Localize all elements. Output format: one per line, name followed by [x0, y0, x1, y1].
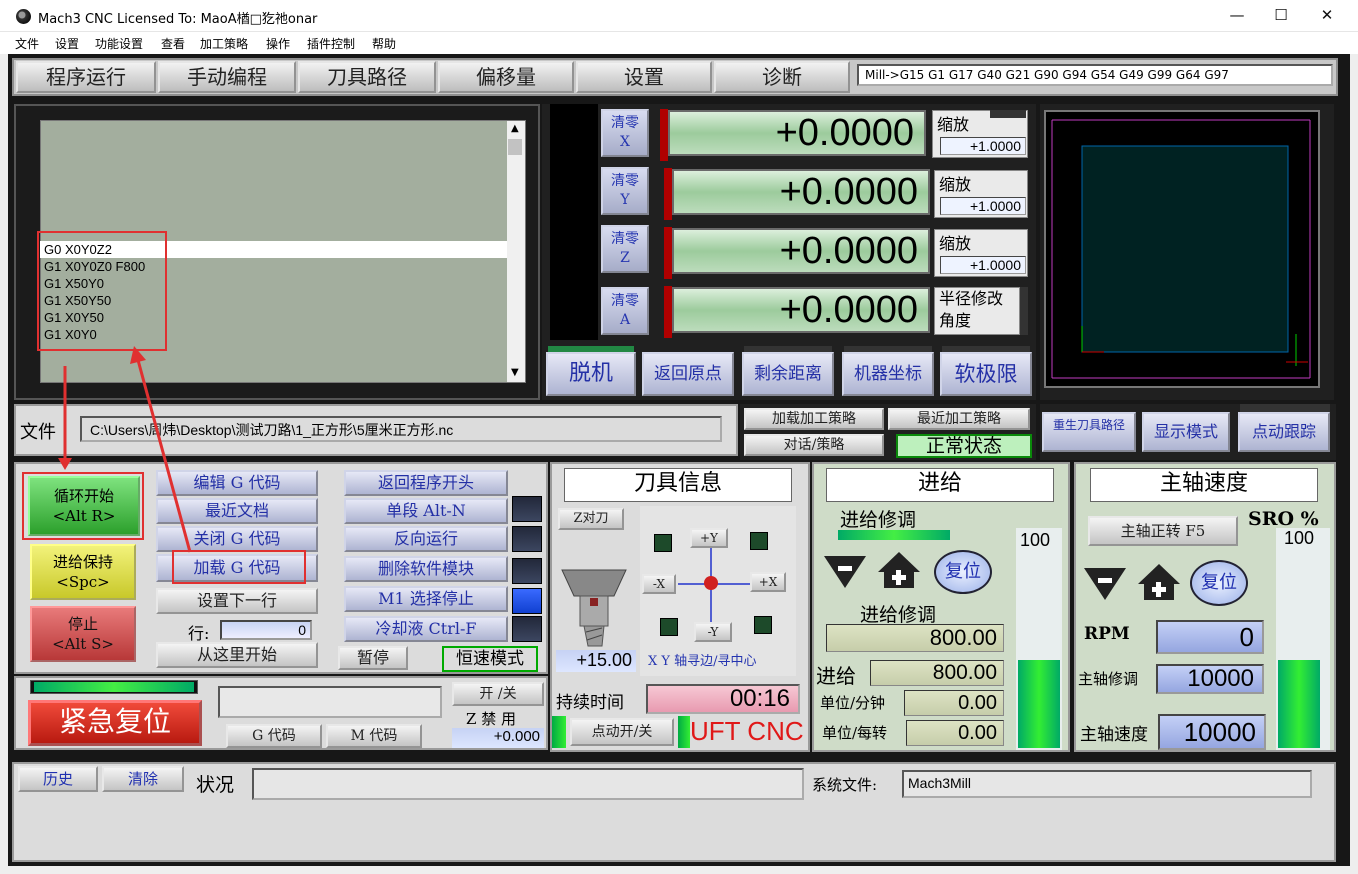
units-per-rev-label: 单位/每转 — [822, 724, 888, 742]
feed-override-fill — [1018, 660, 1060, 748]
fro-label: 进给修调 — [860, 604, 937, 626]
brand-text: UFT CNC — [690, 716, 804, 746]
arrow-up-line — [136, 359, 192, 553]
rpm-label: RPM — [1084, 624, 1130, 644]
spindle-override-label: 主轴修调 — [1078, 670, 1139, 688]
feed-rate-value[interactable]: 800.00 — [870, 660, 1004, 686]
clear-button[interactable]: 清除 — [102, 766, 184, 792]
feed-title: 进给 — [826, 468, 1054, 502]
spindle-reset-button[interactable]: 复位 — [1190, 560, 1248, 606]
emergency-reset-button[interactable]: 紧急复位 — [28, 700, 202, 746]
spindle-increase-icon[interactable] — [1136, 562, 1182, 602]
brand-led — [678, 716, 690, 748]
history-button[interactable]: 历史 — [18, 766, 98, 792]
jog-minus-x-button[interactable]: -X — [642, 574, 676, 594]
reset-message-field — [218, 686, 442, 718]
edge-finder-label[interactable]: X Y 轴寻边/寻中心 — [648, 650, 756, 669]
feed-increase-icon[interactable] — [876, 550, 922, 590]
sro-percent: 100 — [1284, 528, 1315, 548]
jog-corner-led — [654, 534, 672, 552]
spindle-cw-button[interactable]: 主轴正转 F5 — [1088, 516, 1238, 546]
elapsed-label: 持续时间 — [556, 693, 624, 713]
feed-reset-button[interactable]: 复位 — [934, 550, 992, 594]
jog-plus-x-button[interactable]: +X — [750, 572, 786, 592]
z-touch-value[interactable]: +15.00 — [556, 650, 636, 672]
jog-corner-led — [750, 532, 768, 550]
status-message — [252, 768, 804, 800]
feed-override-label: 进给修调 — [840, 509, 917, 531]
gcodes-button[interactable]: G 代码 — [226, 724, 322, 748]
feed-override-track[interactable] — [1018, 553, 1060, 748]
units-per-rev-value: 0.00 — [906, 720, 1004, 746]
arrow-up-head — [130, 346, 146, 364]
spindle-title: 主轴速度 — [1090, 468, 1318, 502]
elapsed-time: 00:16 — [646, 684, 800, 714]
feed-rate-label: 进给 — [816, 664, 856, 688]
mcodes-button[interactable]: M 代码 — [326, 724, 422, 748]
tool-info-title: 刀具信息 — [564, 468, 792, 502]
status-label: 状况 — [196, 774, 235, 796]
sro-label: SRO % — [1248, 508, 1319, 530]
z-inhibit-value[interactable]: +0.000 — [452, 728, 544, 748]
jog-led — [552, 716, 566, 748]
rpm-value: 0 — [1156, 620, 1264, 654]
profile-label: 系统文件: — [812, 776, 878, 794]
z-inhibit-toggle-button[interactable]: 开 /关 — [452, 682, 544, 706]
feed-decrease-icon[interactable] — [822, 550, 868, 590]
jog-onoff-button[interactable]: 点动开/关 — [570, 718, 674, 746]
units-per-min-value: 0.00 — [904, 690, 1004, 716]
spindle-speed-value[interactable]: 10000 — [1158, 714, 1266, 750]
fro-value[interactable]: 800.00 — [826, 624, 1004, 652]
jog-plus-y-button[interactable]: +Y — [690, 528, 728, 548]
spindle-override-value: 10000 — [1156, 664, 1264, 694]
reset-led — [34, 682, 194, 692]
spindle-decrease-icon[interactable] — [1082, 562, 1128, 602]
feed-override-percent: 100 — [1020, 530, 1051, 550]
z-touch-off-button[interactable]: Z对刀 — [558, 508, 624, 530]
jog-corner-led — [660, 618, 678, 636]
sro-fill — [1278, 660, 1320, 748]
spindle-speed-label: 主轴速度 — [1080, 725, 1148, 745]
endmill-icon — [561, 569, 627, 647]
jog-minus-y-button[interactable]: -Y — [694, 622, 732, 642]
units-per-min-label: 单位/分钟 — [820, 694, 886, 712]
jog-corner-led — [754, 616, 772, 634]
profile-name: Mach3Mill — [902, 770, 1312, 798]
sro-track[interactable] — [1278, 553, 1320, 748]
z-inhibit-label: Z 禁 用 — [466, 710, 516, 728]
feed-override-led — [838, 530, 950, 540]
arrow-down-head — [58, 458, 72, 470]
